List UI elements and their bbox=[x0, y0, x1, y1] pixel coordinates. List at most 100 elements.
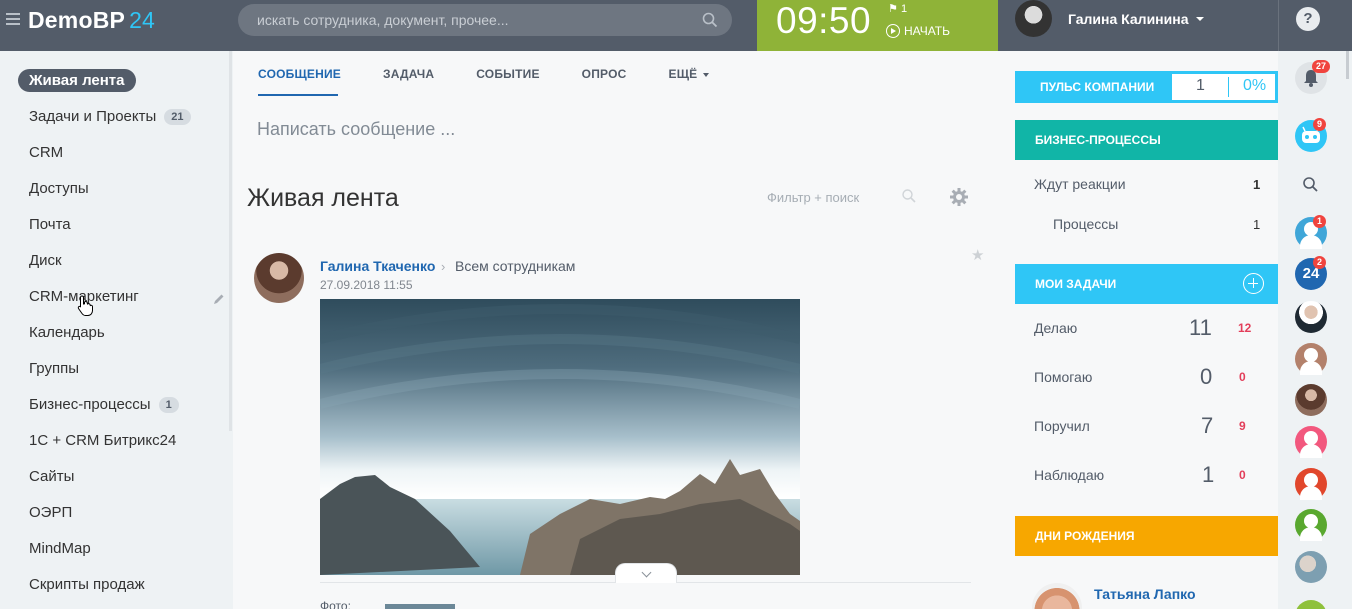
post-author[interactable]: Галина Ткаченко bbox=[320, 258, 435, 274]
task-assigned-overdue[interactable]: 9 bbox=[1239, 419, 1246, 433]
chat-bot-button[interactable]: 9 bbox=[1295, 118, 1327, 152]
photo-label: Фото: bbox=[320, 599, 351, 609]
menu-item-disk[interactable]: Диск bbox=[29, 252, 62, 269]
post-image[interactable] bbox=[320, 299, 800, 575]
help-icon[interactable]: ? bbox=[1296, 7, 1320, 31]
pulse-count: 1 bbox=[1196, 77, 1205, 94]
tab-poll[interactable]: ОПРОС bbox=[582, 67, 627, 81]
user-menu[interactable]: Галина Калинина bbox=[998, 0, 1278, 51]
task-assigned-count[interactable]: 7 bbox=[1201, 413, 1213, 439]
task-assigned-label[interactable]: Поручил bbox=[1034, 418, 1090, 434]
gear-icon[interactable] bbox=[949, 187, 969, 207]
task-helping-count[interactable]: 0 bbox=[1200, 364, 1212, 390]
chevron-down-icon bbox=[703, 72, 710, 77]
message-input[interactable]: Написать сообщение ... bbox=[257, 119, 455, 140]
birthday-avatar[interactable] bbox=[1032, 583, 1082, 609]
chat-badge: 9 bbox=[1313, 118, 1327, 131]
menu-item-mindmap[interactable]: MindMap bbox=[29, 540, 91, 557]
contact-avatar[interactable]: 1 bbox=[1295, 215, 1327, 249]
bitrix24-badge: 2 bbox=[1313, 256, 1327, 269]
my-tasks-title: МОИ ЗАДАЧИ bbox=[1035, 277, 1117, 291]
menu-burger-icon[interactable] bbox=[6, 13, 20, 25]
contact-avatar[interactable] bbox=[1295, 343, 1327, 375]
user-name[interactable]: Галина Калинина bbox=[1068, 11, 1188, 27]
task-doing-label[interactable]: Делаю bbox=[1034, 320, 1077, 336]
post-date[interactable]: 27.09.2018 11:55 bbox=[320, 278, 413, 292]
search-button[interactable] bbox=[1295, 168, 1327, 200]
company-pulse-widget[interactable]: ПУЛЬС КОМПАНИИ 1 0% bbox=[1015, 71, 1278, 103]
menu-item-sales-scripts[interactable]: Скрипты продаж bbox=[29, 576, 145, 593]
search-icon[interactable] bbox=[702, 12, 718, 28]
my-tasks-header[interactable]: МОИ ЗАДАЧИ bbox=[1015, 264, 1278, 304]
contact-avatar[interactable] bbox=[1295, 600, 1327, 609]
bizproc-header[interactable]: БИЗНЕС-ПРОЦЕССЫ bbox=[1015, 120, 1278, 160]
menu-item-mail[interactable]: Почта bbox=[29, 216, 71, 233]
task-watching-count[interactable]: 1 bbox=[1202, 462, 1214, 488]
clock-time: 09:50 bbox=[776, 0, 872, 41]
start-day-button[interactable]: НАЧАТЬ bbox=[886, 24, 950, 38]
tab-more[interactable]: ЕЩЁ bbox=[668, 67, 710, 81]
task-doing-overdue[interactable]: 12 bbox=[1238, 321, 1251, 335]
notifications-button[interactable]: 27 bbox=[1295, 60, 1331, 94]
filter-search-input[interactable]: Фильтр + поиск bbox=[767, 190, 859, 205]
search-icon[interactable] bbox=[901, 188, 917, 204]
star-icon[interactable]: ★ bbox=[971, 246, 984, 264]
menu-item-bizproc[interactable]: Бизнес-процессы 1 bbox=[29, 396, 179, 413]
menu-item-calendar[interactable]: Календарь bbox=[29, 324, 105, 341]
bizproc-processes-count[interactable]: 1 bbox=[1253, 217, 1260, 232]
author-avatar[interactable] bbox=[254, 253, 304, 303]
menu-divider bbox=[229, 51, 232, 431]
search-icon bbox=[1303, 177, 1318, 192]
hand-cursor-icon bbox=[77, 295, 93, 316]
flag-counter[interactable]: ⚑ 1 bbox=[888, 2, 907, 15]
left-menu: Живая лента Задачи и Проекты 21 CRM Досту… bbox=[0, 51, 232, 609]
contact-avatar[interactable] bbox=[1295, 468, 1327, 500]
toolbar-scrollbar[interactable] bbox=[1346, 51, 1349, 79]
menu-item-tasks[interactable]: Задачи и Проекты 21 bbox=[29, 108, 191, 125]
menu-item-live-feed[interactable]: Живая лента bbox=[18, 69, 136, 92]
tab-task[interactable]: ЗАДАЧА bbox=[383, 67, 434, 81]
contact-avatar[interactable] bbox=[1295, 301, 1327, 333]
task-watching-overdue[interactable]: 0 bbox=[1239, 468, 1246, 482]
tab-message[interactable]: СООБЩЕНИЕ bbox=[258, 67, 341, 81]
right-sidebar: ПУЛЬС КОМПАНИИ 1 0% БИЗНЕС-ПРОЦЕССЫ Ждут… bbox=[995, 51, 1278, 609]
menu-item-crm[interactable]: CRM bbox=[29, 144, 63, 161]
task-watching-label[interactable]: Наблюдаю bbox=[1034, 467, 1104, 483]
user-avatar[interactable] bbox=[1015, 0, 1052, 37]
active-tab-underline bbox=[258, 94, 338, 96]
edit-pencil-icon[interactable] bbox=[213, 293, 225, 305]
menu-item-1c-crm[interactable]: 1С + CRM Битрикс24 bbox=[29, 432, 176, 449]
task-helping-overdue[interactable]: 0 bbox=[1239, 370, 1246, 384]
menu-item-groups[interactable]: Группы bbox=[29, 360, 79, 377]
post-destination[interactable]: Всем сотрудникам bbox=[455, 258, 575, 274]
bizproc-waiting-count[interactable]: 1 bbox=[1253, 177, 1260, 192]
right-toolbar: 27 9 1 24 2 bbox=[1278, 51, 1352, 609]
chevron-down-icon[interactable] bbox=[1196, 17, 1204, 21]
bizproc-waiting-label[interactable]: Ждут реакции bbox=[1034, 176, 1126, 192]
contact-avatar[interactable] bbox=[1295, 509, 1327, 541]
contact-avatar[interactable] bbox=[1295, 551, 1327, 583]
contact-avatar[interactable] bbox=[1295, 426, 1327, 458]
search-placeholder: искать сотрудника, документ, прочее... bbox=[257, 12, 509, 28]
work-day-clock[interactable]: 09:50 ⚑ 1 НАЧАТЬ bbox=[757, 0, 998, 51]
expand-post-button[interactable] bbox=[615, 563, 677, 583]
birthday-person-name[interactable]: Татьяна Лапко bbox=[1094, 586, 1196, 602]
birthdays-header[interactable]: ДНИ РОЖДЕНИЯ bbox=[1015, 516, 1278, 556]
pulse-title: ПУЛЬС КОМПАНИИ bbox=[1040, 80, 1155, 94]
photo-thumbnail[interactable] bbox=[385, 604, 455, 609]
menu-item-sites[interactable]: Сайты bbox=[29, 468, 74, 485]
tab-event[interactable]: СОБЫТИЕ bbox=[476, 67, 539, 81]
contact-avatar[interactable] bbox=[1295, 384, 1327, 416]
task-helping-label[interactable]: Помогаю bbox=[1034, 369, 1092, 385]
menu-item-access[interactable]: Доступы bbox=[29, 180, 89, 197]
pulse-divider bbox=[1228, 77, 1229, 97]
add-task-icon[interactable] bbox=[1243, 273, 1264, 294]
bizproc-processes-label[interactable]: Процессы bbox=[1053, 216, 1118, 232]
help-area: ? bbox=[1278, 0, 1352, 51]
bitrix24-chat[interactable]: 24 2 bbox=[1295, 256, 1327, 290]
portal-logo[interactable]: DemoBP 24 bbox=[28, 7, 155, 34]
task-doing-count[interactable]: 11 bbox=[1189, 315, 1212, 341]
search-input[interactable]: искать сотрудника, документ, прочее... bbox=[238, 4, 732, 36]
menu-item-oerp[interactable]: ОЭРП bbox=[29, 504, 72, 521]
bizproc-title: БИЗНЕС-ПРОЦЕССЫ bbox=[1035, 133, 1161, 147]
